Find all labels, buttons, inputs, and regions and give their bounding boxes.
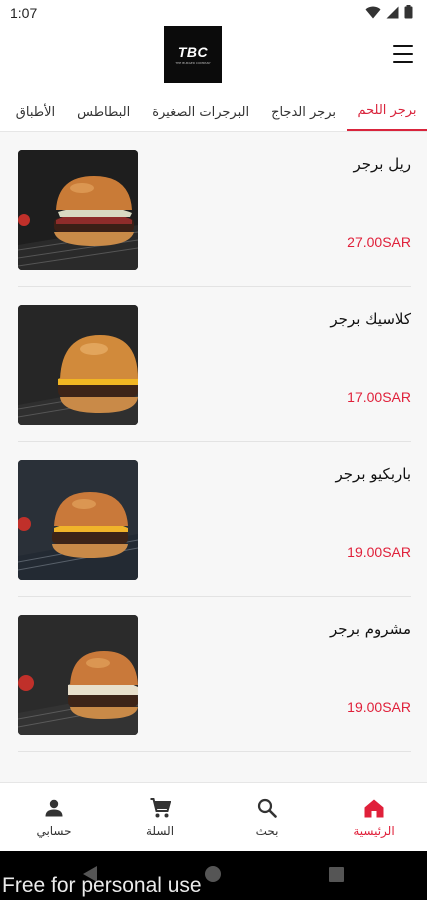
brand-logo[interactable]: TBC THE BURGER COMPANY (164, 26, 222, 83)
product-card[interactable]: كلاسيك برجر 17.00SAR (18, 288, 411, 442)
product-image (18, 615, 138, 735)
logo-subtext: THE BURGER COMPANY (175, 61, 211, 65)
tab-fries[interactable]: البطاطس (66, 92, 141, 131)
hamburger-icon-line (393, 61, 413, 63)
nav-label: الرئيسية (353, 824, 395, 838)
product-price: 27.00SAR (347, 234, 411, 250)
tab-chicken-burger[interactable]: برجر الدجاج (260, 92, 347, 131)
wifi-icon (365, 6, 381, 19)
hamburger-icon-line (393, 45, 413, 47)
tab-beef-burger[interactable]: برجر اللحم (347, 92, 427, 131)
watermark-text: Free for personal use (2, 874, 202, 897)
product-price: 19.00SAR (347, 544, 411, 560)
nav-home[interactable]: الرئيسية (334, 783, 414, 852)
status-time: 1:07 (10, 5, 38, 21)
product-price: 17.00SAR (347, 389, 411, 405)
tab-small-burgers[interactable]: البرجرات الصغيرة (141, 92, 260, 131)
product-name: ريل برجر (353, 155, 411, 173)
status-icons (365, 5, 413, 19)
product-card[interactable]: مشروم برجر 19.00SAR (18, 598, 411, 752)
menu-button[interactable] (393, 45, 413, 63)
product-name: باربكيو برجر (335, 465, 412, 483)
cart-icon (149, 797, 171, 819)
signal-icon (386, 6, 399, 19)
battery-icon (404, 5, 413, 19)
app-header: TBC THE BURGER COMPANY (0, 26, 427, 92)
product-price: 19.00SAR (347, 699, 411, 715)
home-icon (363, 797, 385, 819)
product-name: مشروم برجر (330, 620, 411, 638)
product-image (18, 460, 138, 580)
logo-text: TBC (177, 44, 209, 60)
recents-icon[interactable] (329, 867, 344, 886)
hamburger-icon-line (393, 53, 413, 55)
status-bar: 1:07 (0, 0, 427, 26)
home-circle-icon[interactable] (204, 865, 222, 887)
nav-label: السلة (145, 824, 175, 838)
person-icon (43, 797, 65, 819)
category-tabs: برجر اللحم برجر الدجاج البرجرات الصغيرة … (0, 92, 427, 132)
nav-label: بحث (255, 824, 279, 838)
nav-label: حسابي (36, 824, 72, 838)
bottom-nav: الرئيسية بحث السلة حسابي (0, 782, 427, 851)
nav-search[interactable]: بحث (227, 783, 307, 852)
product-card[interactable]: ريل برجر 27.00SAR (18, 133, 411, 287)
nav-cart[interactable]: السلة (120, 783, 200, 852)
tab-dishes[interactable]: الأطباق (5, 92, 66, 131)
product-image (18, 305, 138, 425)
search-icon (256, 797, 278, 819)
product-name: كلاسيك برجر (330, 310, 411, 328)
nav-account[interactable]: حسابي (14, 783, 94, 852)
product-image (18, 150, 138, 270)
product-card[interactable]: باربكيو برجر 19.00SAR (18, 443, 411, 597)
